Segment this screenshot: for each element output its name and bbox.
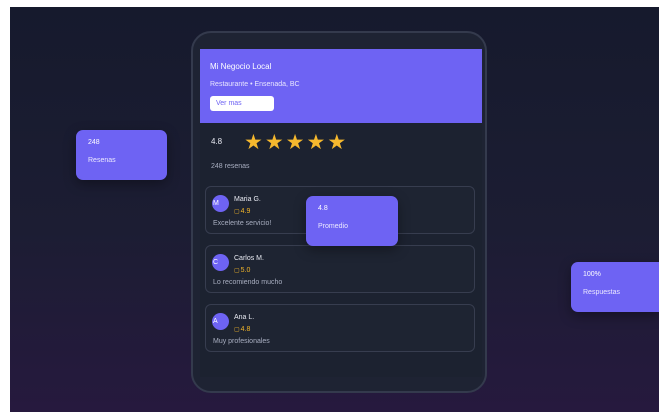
reviewer-name: Carlos M. [234,255,264,262]
star-icon: ★ [244,131,263,154]
stat-value: 100% [583,271,601,278]
reviewer-name: Ana L. [234,314,255,321]
review-score-value: 4.8 [240,326,251,333]
review-card[interactable]: A Ana L. ▢4.8 Muy profesionales [205,304,475,352]
rating-count: 248 resenas [211,163,250,170]
review-text: Muy profesionales [213,338,270,345]
avatar: M [212,195,229,212]
rating-value: 4.8 [211,137,223,146]
reviewer-name: Maria G. [234,196,261,203]
star-icon: ★ [306,131,326,154]
stat-label: Promedio [318,223,348,230]
review-text: Lo recomiendo mucho [213,279,283,286]
business-header: Mi Negocio Local Restaurante • Ensenada,… [200,49,482,123]
review-score: ▢5.0 [234,267,250,274]
stat-value: 4.8 [318,205,328,212]
business-name: Mi Negocio Local [210,62,272,71]
business-subtitle: Restaurante • Ensenada, BC [210,81,300,88]
review-score-value: 5.0 [240,267,251,274]
square-icon: ▢ [234,268,240,274]
stat-label: Respuestas [583,289,620,296]
ver-mas-button[interactable]: Ver mas [210,96,274,111]
stat-card-average: 4.8 Promedio [306,196,398,246]
review-text: Excelente servicio! [213,220,272,227]
star-icon: ★ [285,131,305,154]
avatar: A [212,313,229,330]
stat-label: Resenas [88,157,116,164]
stat-value: 248 [88,139,100,146]
square-icon: ▢ [234,327,240,333]
star-rating: ★★★★★ [244,132,348,154]
review-card[interactable]: C Carlos M. ▢5.0 Lo recomiendo mucho [205,245,475,293]
review-score-value: 4.9 [240,208,251,215]
stat-card-reviews: 248 Resenas [76,130,167,180]
stat-card-responses: 100% Respuestas [571,262,659,312]
star-icon: ★ [327,131,347,154]
square-icon: ▢ [234,209,240,215]
background-stage: Mi Negocio Local Restaurante • Ensenada,… [10,7,659,412]
star-icon: ★ [264,131,284,154]
review-score: ▢4.8 [234,326,250,333]
avatar: C [212,254,229,271]
rating-summary: 4.8 ★★★★★ [211,132,471,159]
review-score: ▢4.9 [234,208,250,215]
